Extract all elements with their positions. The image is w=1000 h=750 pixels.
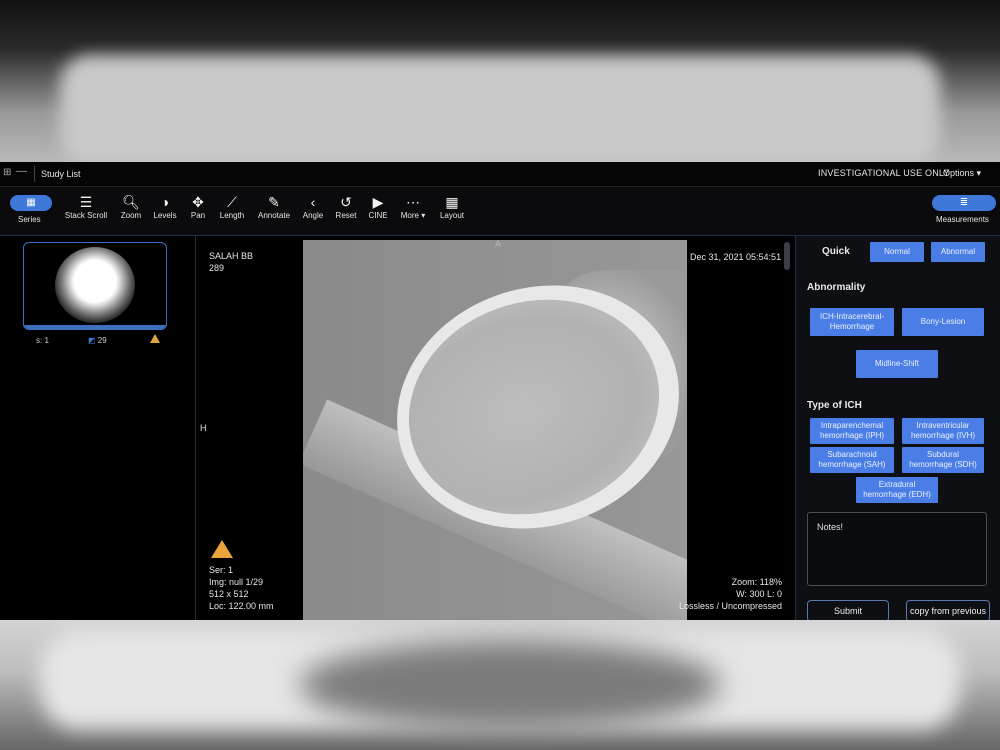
sdh-button[interactable]: Subdural hemorrhage (SDH) — [902, 447, 984, 473]
edh-button[interactable]: Extradural hemorrhage (EDH) — [856, 477, 938, 503]
warning-icon — [211, 540, 233, 558]
levels-icon: ◑ — [160, 194, 170, 210]
blurred-backdrop-bottom — [0, 620, 1000, 750]
abnormality-label: Abnormality — [807, 282, 866, 293]
tool-label: Annotate — [257, 211, 291, 220]
measurements-label: Measurements — [936, 215, 989, 224]
annotate-icon: ✎ — [268, 194, 280, 210]
top-bar: ⊞ –– Study List INVESTIGATIONAL USE ONLY… — [0, 162, 1000, 187]
bony-lesion-button[interactable]: Bony-Lesion — [902, 308, 984, 336]
thumbnail-series-number: s: 1 — [36, 336, 49, 345]
patient-id: 289 — [209, 263, 225, 273]
zoom-tool[interactable]: 🔍︎ Zoom — [118, 193, 144, 220]
image-viewport[interactable]: A H SALAH BB 289 Dec 31, 2021 05:54:51 S… — [196, 236, 794, 620]
tool-label: Reset — [335, 211, 357, 220]
series-number: Ser: 1 — [209, 565, 234, 575]
sah-button[interactable]: Subarachnoid hemorrhage (SAH) — [810, 447, 894, 473]
reset-icon: ↺ — [340, 194, 352, 210]
options-menu[interactable]: Options ▾ — [943, 168, 981, 179]
tool-label: Levels — [153, 211, 177, 220]
pan-tool[interactable]: ✥ Pan — [187, 193, 209, 220]
submit-button[interactable]: Submit — [807, 600, 889, 620]
dicom-viewer-screen: ⊞ –– Study List INVESTIGATIONAL USE ONLY… — [0, 162, 1000, 620]
divider — [34, 166, 35, 182]
display-info-overlay: Zoom: 118% W: 300 L: 0 Lossless / Uncomp… — [679, 576, 782, 612]
tool-label: Length — [219, 211, 245, 220]
more-icon: ⋯ — [406, 194, 420, 210]
layout-tool[interactable]: ▦ Layout — [438, 193, 466, 220]
ct-scan-image — [303, 240, 687, 620]
tool-label: More — [400, 211, 419, 220]
series-thumbnail-panel: s: 1 ◩ 29 — [0, 236, 196, 620]
thumbnail-image — [55, 247, 135, 323]
image-info-overlay: Ser: 1 Img: null 1/29 512 x 512 Loc: 122… — [209, 564, 274, 612]
orientation-left-marker: H — [200, 423, 207, 433]
length-icon: ⟋ — [227, 194, 237, 210]
cine-tool[interactable]: ▶ CINE — [367, 193, 389, 220]
stack-scroll-tool[interactable]: ☰ Stack Scroll — [64, 193, 108, 220]
compression-status: Lossless / Uncompressed — [678, 601, 782, 611]
app-grid-icon[interactable]: ⊞ — [3, 168, 12, 178]
layout-icon: ▦ — [445, 194, 459, 210]
series-toggle-button[interactable]: ▦ — [10, 195, 52, 211]
zoom-icon: 🔍︎ — [122, 194, 140, 210]
annotate-tool[interactable]: ✎ Annotate — [256, 193, 292, 220]
list-icon: ≣ — [959, 197, 969, 208]
study-list-link[interactable]: Study List — [41, 169, 81, 179]
caret-down-icon: ▾ — [976, 168, 982, 178]
viewport-scrollbar[interactable] — [784, 242, 790, 270]
blurred-backdrop-top — [0, 0, 1000, 162]
investigational-notice: INVESTIGATIONAL USE ONLY — [818, 168, 950, 178]
length-tool[interactable]: ⟋ Length — [218, 193, 246, 220]
cine-icon: ▶ — [372, 194, 384, 210]
angle-icon: ‹ — [310, 194, 316, 210]
quick-label: Quick — [822, 246, 850, 257]
logo-dash-icon: –– — [16, 166, 28, 177]
tool-label: CINE — [368, 211, 388, 220]
copy-from-previous-button[interactable]: copy from previous — [906, 600, 990, 620]
tool-label: Pan — [190, 211, 206, 220]
pan-icon: ✥ — [192, 194, 204, 210]
type-of-ich-label: Type of ICH — [807, 400, 862, 411]
reset-tool[interactable]: ↺ Reset — [334, 193, 358, 220]
notes-textarea[interactable]: Notes! — [807, 512, 987, 586]
annotation-form-panel: Quick Normal Abnormal Abnormality ICH-In… — [795, 236, 1000, 620]
more-tool[interactable]: ⋯ More ▾ — [398, 193, 428, 220]
slice-location: Loc: 122.00 mm — [209, 601, 274, 611]
ivh-button[interactable]: Intraventricular hemorrhage (IVH) — [902, 418, 984, 444]
image-count-value: 29 — [97, 336, 107, 345]
caret-down-icon: ▾ — [418, 211, 426, 220]
warning-icon — [150, 334, 160, 343]
midline-shift-button[interactable]: Midline-Shift — [856, 350, 938, 378]
orientation-top-marker: A — [495, 239, 502, 249]
options-label: Options — [943, 168, 975, 178]
study-datetime: Dec 31, 2021 05:54:51 — [690, 252, 782, 262]
measurements-toggle-button[interactable]: ≣ — [932, 195, 996, 211]
stack-scroll-icon: ☰ — [79, 194, 93, 210]
series-label: Series — [18, 215, 41, 224]
angle-tool[interactable]: ‹ Angle — [301, 193, 325, 220]
thumbnail-selection-bar — [24, 325, 166, 329]
ich-button[interactable]: ICH-Intracerebral-Hemorrhage — [810, 308, 894, 336]
tool-label: Layout — [439, 211, 465, 220]
patient-name: SALAH BB — [209, 251, 254, 261]
patient-info-overlay: SALAH BB 289 — [209, 250, 253, 274]
image-matrix: 512 x 512 — [209, 589, 249, 599]
grid-icon: ▦ — [26, 197, 36, 208]
tool-label: Zoom — [120, 211, 142, 220]
window-level: W: 300 L: 0 — [736, 589, 782, 599]
levels-tool[interactable]: ◑ Levels — [152, 193, 178, 220]
thumbnail-image-count: ◩ 29 — [88, 336, 107, 345]
normal-button[interactable]: Normal — [870, 242, 924, 262]
abnormal-button[interactable]: Abnormal — [931, 242, 985, 262]
stack-icon: ◩ — [88, 336, 96, 345]
series-thumbnail[interactable] — [23, 242, 167, 330]
tool-label: Angle — [302, 211, 324, 220]
zoom-level: Zoom: 118% — [731, 577, 782, 587]
toolbar: ▦ Series ☰ Stack Scroll 🔍︎ Zoom ◑ Levels… — [0, 187, 1000, 236]
iph-button[interactable]: Intraparenchemal hemorrhage (IPH) — [810, 418, 894, 444]
image-number: Img: null 1/29 — [209, 577, 264, 587]
tool-label: Stack Scroll — [64, 211, 108, 220]
